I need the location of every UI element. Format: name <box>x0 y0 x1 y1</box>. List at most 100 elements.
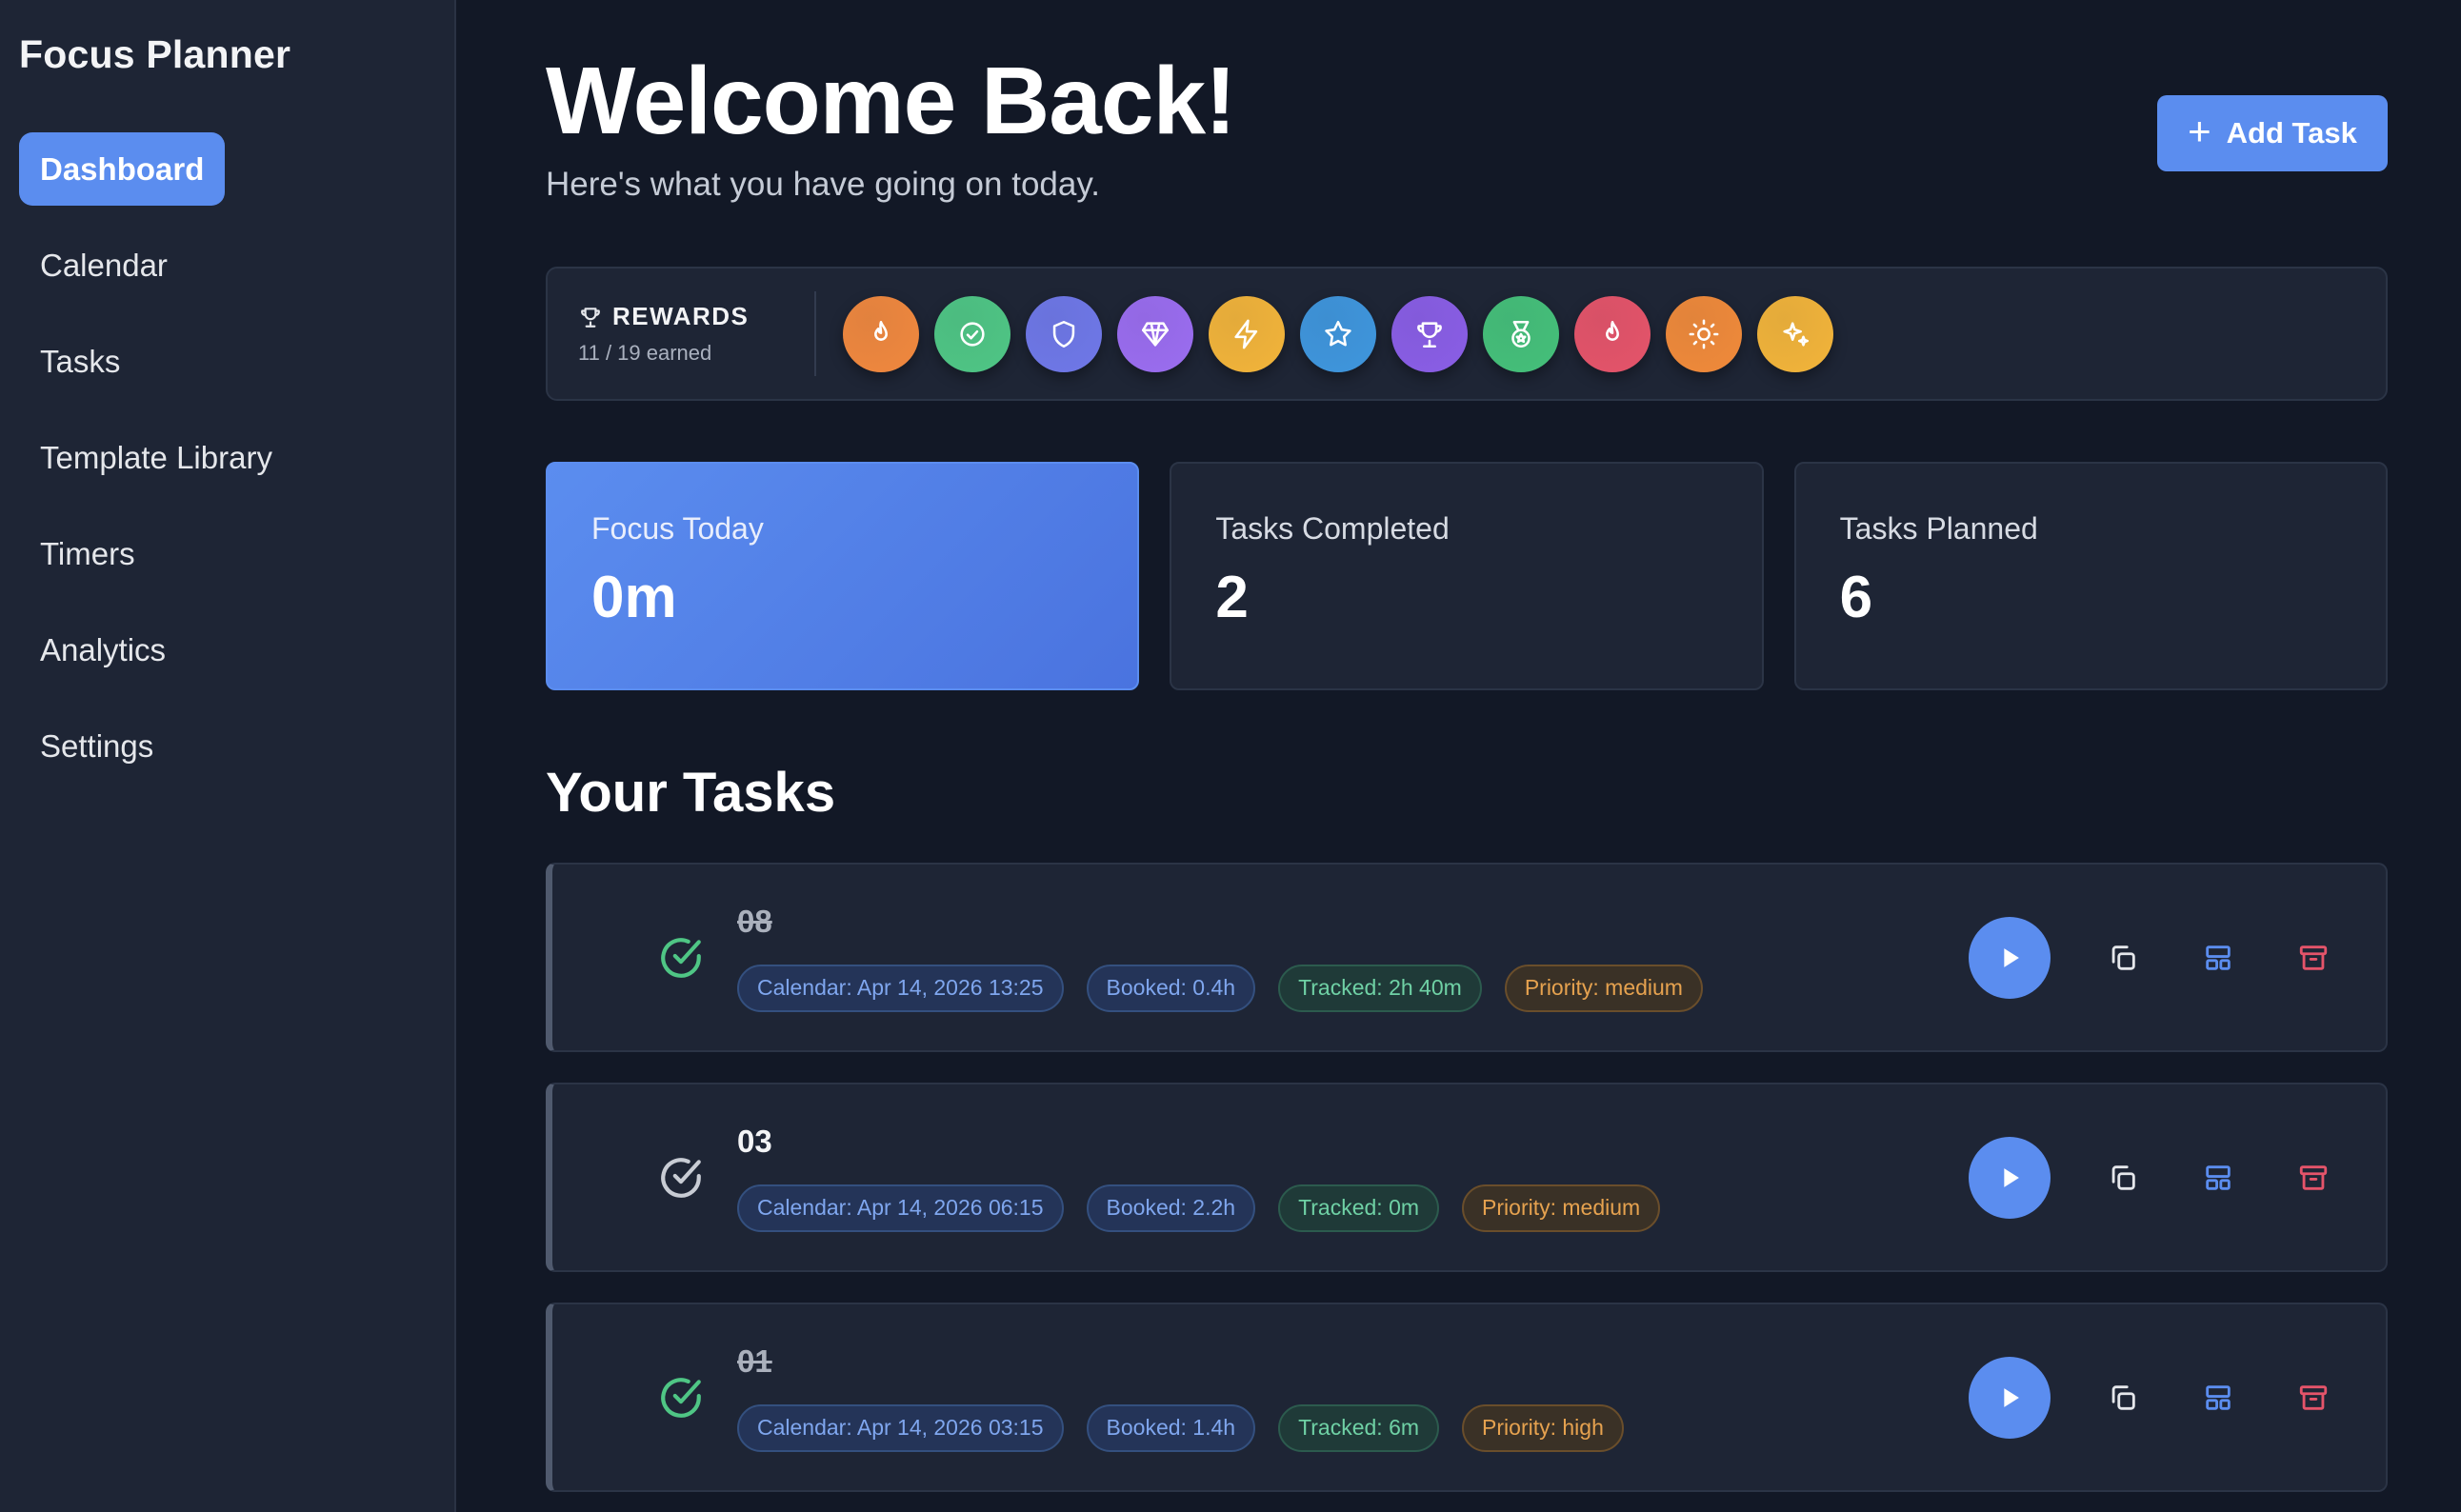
badge-list <box>843 295 1833 372</box>
archive-icon <box>2299 1164 2328 1190</box>
check-circle-icon[interactable] <box>657 934 705 982</box>
calendar-tag: Calendar: Apr 14, 2026 13:25 <box>737 964 1064 1012</box>
sidebar: Focus Planner Dashboard Calendar Tasks T… <box>0 0 456 1512</box>
copy-icon <box>2111 945 2135 970</box>
stats-row: Focus Today 0m Tasks Completed 2 Tasks P… <box>546 462 2388 690</box>
copy-icon <box>2111 1164 2135 1190</box>
task-row[interactable]: 01 Calendar: Apr 14, 2026 03:15 Booked: … <box>546 1303 2388 1492</box>
task-body: 03 Calendar: Apr 14, 2026 06:15 Booked: … <box>737 1124 1969 1232</box>
reward-badge[interactable] <box>1574 295 1651 372</box>
rewards-panel: REWARDS 11 / 19 earned <box>546 267 2388 401</box>
archive-button[interactable] <box>2291 1375 2336 1421</box>
play-icon <box>2004 947 2019 967</box>
reward-badge[interactable] <box>1483 295 1559 372</box>
priority-tag: Priority: high <box>1462 1403 1624 1452</box>
rewards-count: 11 / 19 earned <box>578 341 712 365</box>
archive-icon <box>2299 945 2328 970</box>
archive-button[interactable] <box>2291 1155 2336 1201</box>
check-circle-icon[interactable] <box>657 1154 705 1202</box>
page-subtitle: Here's what you have going on today. <box>546 166 1100 203</box>
duplicate-button[interactable] <box>2100 1375 2146 1421</box>
reward-badge[interactable] <box>1391 295 1468 372</box>
task-row[interactable]: 03 Calendar: Apr 14, 2026 06:15 Booked: … <box>546 1083 2388 1272</box>
flame-icon <box>874 320 888 341</box>
star-icon <box>1325 320 1351 346</box>
task-tags: Calendar: Apr 14, 2026 13:25 Booked: 0.4… <box>737 964 1969 1012</box>
start-timer-button[interactable] <box>1969 1356 2051 1439</box>
rewards-title-text: REWARDS <box>612 302 750 330</box>
diamond-icon <box>1141 321 1170 347</box>
save-template-button[interactable] <box>2195 1375 2241 1421</box>
stat-label: Focus Today <box>591 511 764 546</box>
sidebar-item-settings[interactable]: Settings <box>19 709 174 783</box>
priority-tag: Priority: medium <box>1504 964 1703 1012</box>
duplicate-button[interactable] <box>2100 1155 2146 1201</box>
task-list: 08 Calendar: Apr 14, 2026 13:25 Booked: … <box>546 863 2388 1492</box>
lightning-icon <box>1234 319 1258 348</box>
medal-icon <box>1511 320 1531 348</box>
tasks-section-title: Your Tasks <box>546 762 836 824</box>
reward-badge[interactable] <box>1757 295 1833 372</box>
reward-badge[interactable] <box>1117 295 1193 372</box>
trophy-icon <box>581 307 600 328</box>
flame-icon <box>1606 320 1619 341</box>
task-title: 03 <box>737 1123 772 1159</box>
rewards-info: REWARDS 11 / 19 earned <box>578 291 816 376</box>
task-title: 08 <box>737 903 772 939</box>
page-header: Welcome Back! Here's what you have going… <box>546 48 2388 204</box>
reward-badge[interactable] <box>1026 295 1102 372</box>
archive-icon <box>2299 1384 2328 1410</box>
reward-badge[interactable] <box>934 295 1010 372</box>
sidebar-nav: Dashboard Calendar Tasks Template Librar… <box>19 132 435 783</box>
sun-icon <box>1689 319 1719 348</box>
reward-badge[interactable] <box>1209 295 1285 372</box>
stat-tasks-planned: Tasks Planned 6 <box>1793 462 2388 690</box>
start-timer-button[interactable] <box>1969 1136 2051 1219</box>
tracked-tag: Tracked: 6m <box>1278 1403 1440 1452</box>
copy-icon <box>2111 1384 2135 1410</box>
shield-icon <box>1052 320 1075 348</box>
task-tags: Calendar: Apr 14, 2026 03:15 Booked: 1.4… <box>737 1403 1969 1452</box>
archive-button[interactable] <box>2291 935 2336 981</box>
stat-value: 2 <box>1215 565 1249 630</box>
start-timer-button[interactable] <box>1969 916 2051 999</box>
template-icon <box>2206 1384 2231 1410</box>
save-template-button[interactable] <box>2195 935 2241 981</box>
duplicate-button[interactable] <box>2100 935 2146 981</box>
sidebar-item-dashboard[interactable]: Dashboard <box>19 132 226 206</box>
sidebar-item-template-library[interactable]: Template Library <box>19 421 293 494</box>
booked-tag: Booked: 2.2h <box>1086 1184 1256 1232</box>
booked-tag: Booked: 0.4h <box>1086 964 1256 1012</box>
add-task-label: Add Task <box>2226 116 2357 149</box>
task-row[interactable]: 08 Calendar: Apr 14, 2026 13:25 Booked: … <box>546 863 2388 1052</box>
calendar-tag: Calendar: Apr 14, 2026 03:15 <box>737 1403 1064 1452</box>
task-body: 01 Calendar: Apr 14, 2026 03:15 Booked: … <box>737 1343 1969 1452</box>
task-body: 08 Calendar: Apr 14, 2026 13:25 Booked: … <box>737 904 1969 1012</box>
app-brand: Focus Planner <box>19 32 291 76</box>
stat-value: 6 <box>1839 565 1873 630</box>
add-task-button[interactable]: + Add Task <box>2157 95 2388 171</box>
check-circle-icon <box>960 321 985 347</box>
trophy-icon <box>1417 321 1442 348</box>
sidebar-item-tasks[interactable]: Tasks <box>19 325 141 398</box>
task-title: 01 <box>737 1343 772 1379</box>
rewards-title: REWARDS <box>578 302 814 331</box>
plus-icon: + <box>2188 109 2211 153</box>
stat-tasks-completed: Tasks Completed 2 <box>1170 462 1764 690</box>
reward-badge[interactable] <box>843 295 919 372</box>
stat-label: Tasks Planned <box>1839 511 2038 546</box>
save-template-button[interactable] <box>2195 1155 2241 1201</box>
stat-focus-today: Focus Today 0m <box>546 462 1140 690</box>
app-root: Focus Planner Dashboard Calendar Tasks T… <box>0 0 2461 1512</box>
check-circle-icon[interactable] <box>657 1374 705 1422</box>
sidebar-item-timers[interactable]: Timers <box>19 517 156 590</box>
template-icon <box>2206 945 2231 970</box>
task-actions <box>1969 1136 2336 1219</box>
sidebar-item-analytics[interactable]: Analytics <box>19 613 187 686</box>
sidebar-item-calendar[interactable]: Calendar <box>19 229 189 302</box>
header-text: Welcome Back! Here's what you have going… <box>546 48 1236 204</box>
reward-badge[interactable] <box>1300 295 1376 372</box>
reward-badge[interactable] <box>1666 295 1742 372</box>
tracked-tag: Tracked: 2h 40m <box>1278 964 1482 1012</box>
play-icon <box>2004 1387 2019 1407</box>
